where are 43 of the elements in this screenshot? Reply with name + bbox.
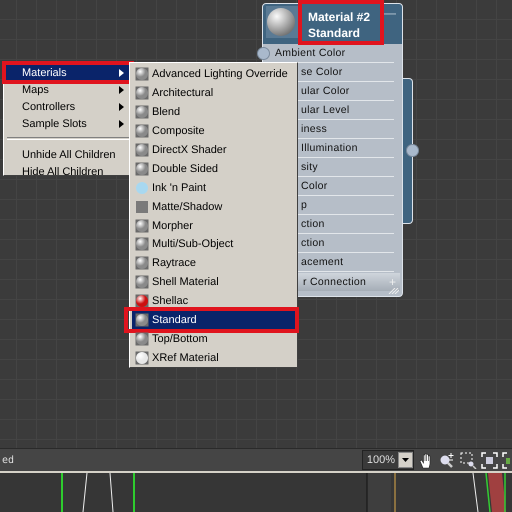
- frame-icon[interactable]: [502, 452, 510, 468]
- dropdown-button[interactable]: [398, 452, 413, 468]
- sphere-icon: [135, 313, 149, 328]
- sphere-icon: [135, 332, 149, 346]
- submenu-arrow-icon: [119, 86, 124, 94]
- submenu-arrow-icon: [119, 102, 124, 110]
- sphere-icon: [135, 67, 149, 82]
- menu-item[interactable]: Unhide All Children: [6, 146, 130, 163]
- menu-item[interactable]: Top/Bottom: [132, 329, 295, 348]
- square-swatch-icon: [135, 200, 149, 214]
- sphere-icon: [135, 124, 149, 138]
- sphere-icon: [135, 350, 149, 365]
- sphere-icon: [135, 218, 149, 233]
- sphere-icon: [135, 180, 149, 195]
- menu-item[interactable]: Sample Slots: [6, 115, 130, 132]
- sphere-icon: [135, 162, 149, 176]
- node-subtitle: Standard: [308, 25, 362, 41]
- region-zoom-icon[interactable]: [460, 452, 477, 468]
- zoom-icon[interactable]: [439, 452, 456, 468]
- resize-grip-icon[interactable]: [387, 288, 399, 294]
- sphere-icon: [135, 105, 149, 120]
- menu-item[interactable]: Controllers: [6, 98, 130, 115]
- sphere-icon: [135, 256, 149, 270]
- sphere-icon: [135, 275, 149, 290]
- caret-icon: [402, 458, 409, 462]
- menu-item[interactable]: Maps: [6, 81, 130, 98]
- submenu-arrow-icon: [119, 68, 124, 76]
- menu-item[interactable]: Hide All Children: [6, 163, 130, 180]
- sphere-icon: [135, 237, 149, 252]
- sphere-icon: [135, 294, 149, 308]
- submenu-arrow-icon: [119, 120, 124, 128]
- node-title: Material #2: [308, 9, 370, 25]
- sphere-thumbnail-icon: [266, 6, 298, 38]
- sphere-icon: [135, 86, 149, 100]
- collapse-button[interactable]: —: [380, 6, 400, 20]
- input-socket[interactable]: [257, 47, 270, 60]
- output-socket[interactable]: [406, 144, 419, 157]
- slot-label: r Connection: [303, 276, 368, 288]
- sphere-icon: [135, 143, 149, 157]
- zoom-extents-icon[interactable]: [481, 452, 498, 468]
- menu-item[interactable]: XRef Material: [132, 348, 295, 368]
- status-text: ed: [2, 454, 16, 466]
- zoom-field[interactable]: 100%: [362, 450, 414, 470]
